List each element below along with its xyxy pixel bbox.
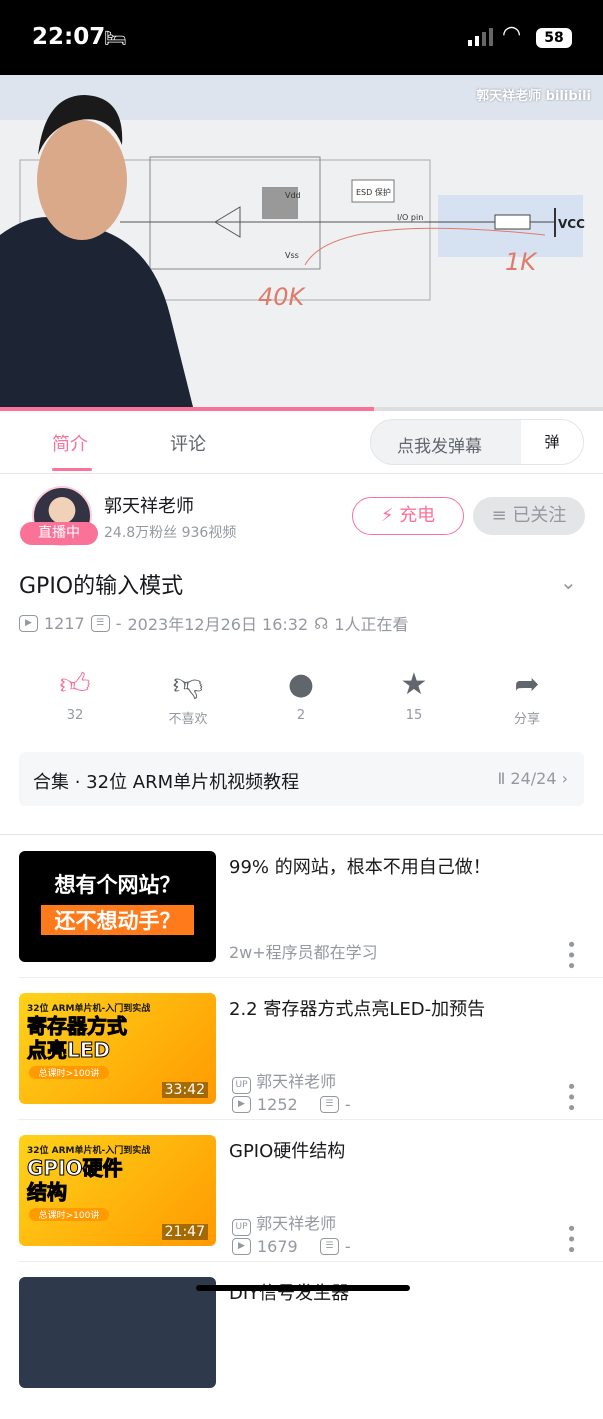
like-count: 32 <box>66 708 84 723</box>
star-icon: ★ <box>400 667 428 702</box>
active-tab-indicator <box>52 468 92 471</box>
presenter <box>0 95 194 410</box>
esd-label: ESD 保护 <box>356 187 391 197</box>
danmaku-icon: ☰ <box>90 614 110 632</box>
viewers-icon: ☊ <box>314 613 329 633</box>
sleep-icon: 🛏 <box>104 28 127 49</box>
vcc-label: VCC <box>558 217 585 231</box>
up-icon: UP <box>232 1219 251 1236</box>
tab-bar: 简介 评论 点我发弹幕 弹 <box>0 412 603 474</box>
home-indicator[interactable] <box>196 1285 410 1291</box>
tab-comments[interactable]: 评论 <box>170 430 206 456</box>
item-stats: ▶ 1679 ☰ - <box>232 1237 351 1256</box>
duration: 21:47 <box>161 1224 208 1240</box>
lightning-icon: ⚡ <box>380 505 394 526</box>
list-item[interactable]: 32位 ARM单片机-入门到实战 GPIO硬件 结构 总课时>100讲 21:4… <box>0 1135 603 1277</box>
like-button[interactable]: 👍︎ 32 <box>30 667 120 724</box>
clock: 22:07 <box>32 24 106 50</box>
collection-bar[interactable]: 合集 · 32位 ARM单片机视频教程 Ⅱ 24/24 › <box>19 752 584 806</box>
duration: 33:42 <box>161 1082 208 1098</box>
uploader-stats: 24.8万粉丝 936视频 <box>104 525 237 541</box>
more-icon[interactable]: ••• <box>560 1223 581 1255</box>
danmaku-placeholder: 点我发弹幕 <box>397 437 482 457</box>
favorite-count: 15 <box>405 708 423 723</box>
charge-label: 充电 <box>399 505 436 526</box>
battery-indicator: 58 <box>536 28 572 48</box>
cellular-signal-icon <box>468 28 493 46</box>
more-icon[interactable]: ••• <box>560 939 581 971</box>
up-icon: UP <box>232 1077 251 1094</box>
io-pin-label: I/O pin <box>397 213 423 222</box>
video-progress-bar[interactable] <box>0 407 603 411</box>
coin-icon: ● <box>287 667 315 702</box>
menu-icon: ≡ <box>491 505 507 526</box>
coin-count: 2 <box>296 708 306 723</box>
coin-button[interactable]: ● 2 <box>256 667 346 724</box>
item-title: DIY信号发生器 <box>229 1283 350 1304</box>
progress-fill <box>0 407 374 411</box>
dislike-button[interactable]: 👎︎ 不喜欢 <box>143 667 233 728</box>
video-thumbnail: 32位 ARM单片机-入门到实战 GPIO硬件 结构 总课时>100讲 21:4… <box>19 1135 216 1246</box>
item-title: GPIO硬件结构 <box>229 1141 346 1162</box>
share-label: 分享 <box>513 712 540 727</box>
item-title: 99% 的网站，根本不用自己做！ <box>229 857 491 878</box>
playlist-icon: Ⅱ <box>497 769 506 788</box>
divider <box>0 834 603 835</box>
vss-label: Vss <box>285 251 299 260</box>
divider <box>19 1119 603 1120</box>
video-player[interactable]: 郭天祥老师 bilibili ESD 保护 Vdd Vss I/O pin VC… <box>0 75 603 410</box>
vdd-label: Vdd <box>285 191 301 200</box>
dislike-label: 不喜欢 <box>168 712 208 727</box>
tab-intro[interactable]: 简介 <box>52 430 88 456</box>
danmaku-input[interactable]: 点我发弹幕 弹 <box>370 419 584 465</box>
divider <box>19 1261 603 1262</box>
item-title: 2.2 寄存器方式点亮LED-加预告 <box>229 999 486 1020</box>
wifi-icon: ◠ <box>502 22 522 47</box>
more-icon[interactable]: ••• <box>560 1081 581 1113</box>
item-stats: ▶ 1252 ☰ - <box>232 1095 351 1114</box>
live-badge[interactable]: 直播中 <box>20 522 98 545</box>
video-meta: ▶ 1217 ☰ - 2023年12月26日 16:32 ☊ 1人正在看 <box>19 611 409 635</box>
play-icon: ▶ <box>232 1096 251 1113</box>
danmaku-count: - <box>115 613 122 633</box>
charge-button[interactable]: ⚡ 充电 <box>352 497 464 535</box>
video-thumbnail: 32位 ARM单片机-入门到实战 寄存器方式 点亮LED 总课时>100讲 33… <box>19 993 216 1104</box>
list-item[interactable]: DIY信号发生器 <box>0 1277 603 1419</box>
danmaku-icon: ☰ <box>319 1238 339 1255</box>
share-button[interactable]: ➦ 分享 <box>482 667 572 728</box>
uploader-name[interactable]: 郭天祥老师 <box>104 492 194 518</box>
watching-count: 1人正在看 <box>334 615 409 634</box>
follow-button[interactable]: ≡ 已关注 <box>473 497 585 535</box>
publish-date: 2023年12月26日 16:32 <box>127 615 309 634</box>
view-count: 1217 <box>44 613 85 633</box>
handwritten-1k: 1K <box>505 248 538 276</box>
thumb-up-icon: 👍︎ <box>59 667 91 702</box>
collection-count: Ⅱ 24/24 › <box>497 769 568 788</box>
favorite-button[interactable]: ★ 15 <box>369 667 459 724</box>
handwritten-40k: 40K <box>258 283 307 311</box>
share-icon: ➦ <box>514 667 540 702</box>
follow-label: 已关注 <box>512 505 567 526</box>
collection-title: 合集 · 32位 ARM单片机视频教程 <box>33 772 300 793</box>
divider <box>19 977 603 978</box>
item-uploader: UP 郭天祥老师 <box>232 1068 336 1094</box>
play-icon: ▶ <box>19 614 38 632</box>
danmaku-toggle-icon[interactable]: 弹 <box>521 420 583 464</box>
danmaku-icon: ☰ <box>319 1096 339 1113</box>
play-icon: ▶ <box>232 1238 251 1255</box>
thumb-down-icon: 👎︎ <box>172 667 204 702</box>
item-subtitle: 2w+程序员都在学习 <box>229 943 378 962</box>
video-thumbnail <box>19 1277 216 1388</box>
item-uploader: UP 郭天祥老师 <box>232 1210 336 1236</box>
list-item[interactable]: 想有个网站？ 还不想动手？ 99% 的网站，根本不用自己做！ 2w+程序员都在学… <box>0 851 603 993</box>
video-title: GPIO的输入模式 <box>19 574 184 599</box>
chevron-down-icon[interactable]: ⌄ <box>560 570 577 594</box>
list-item[interactable]: 32位 ARM单片机-入门到实战 寄存器方式 点亮LED 总课时>100讲 33… <box>0 993 603 1135</box>
status-bar: 22:07 🛏 ◠ 58 <box>0 0 603 75</box>
ad-thumbnail: 想有个网站？ 还不想动手？ <box>19 851 216 962</box>
